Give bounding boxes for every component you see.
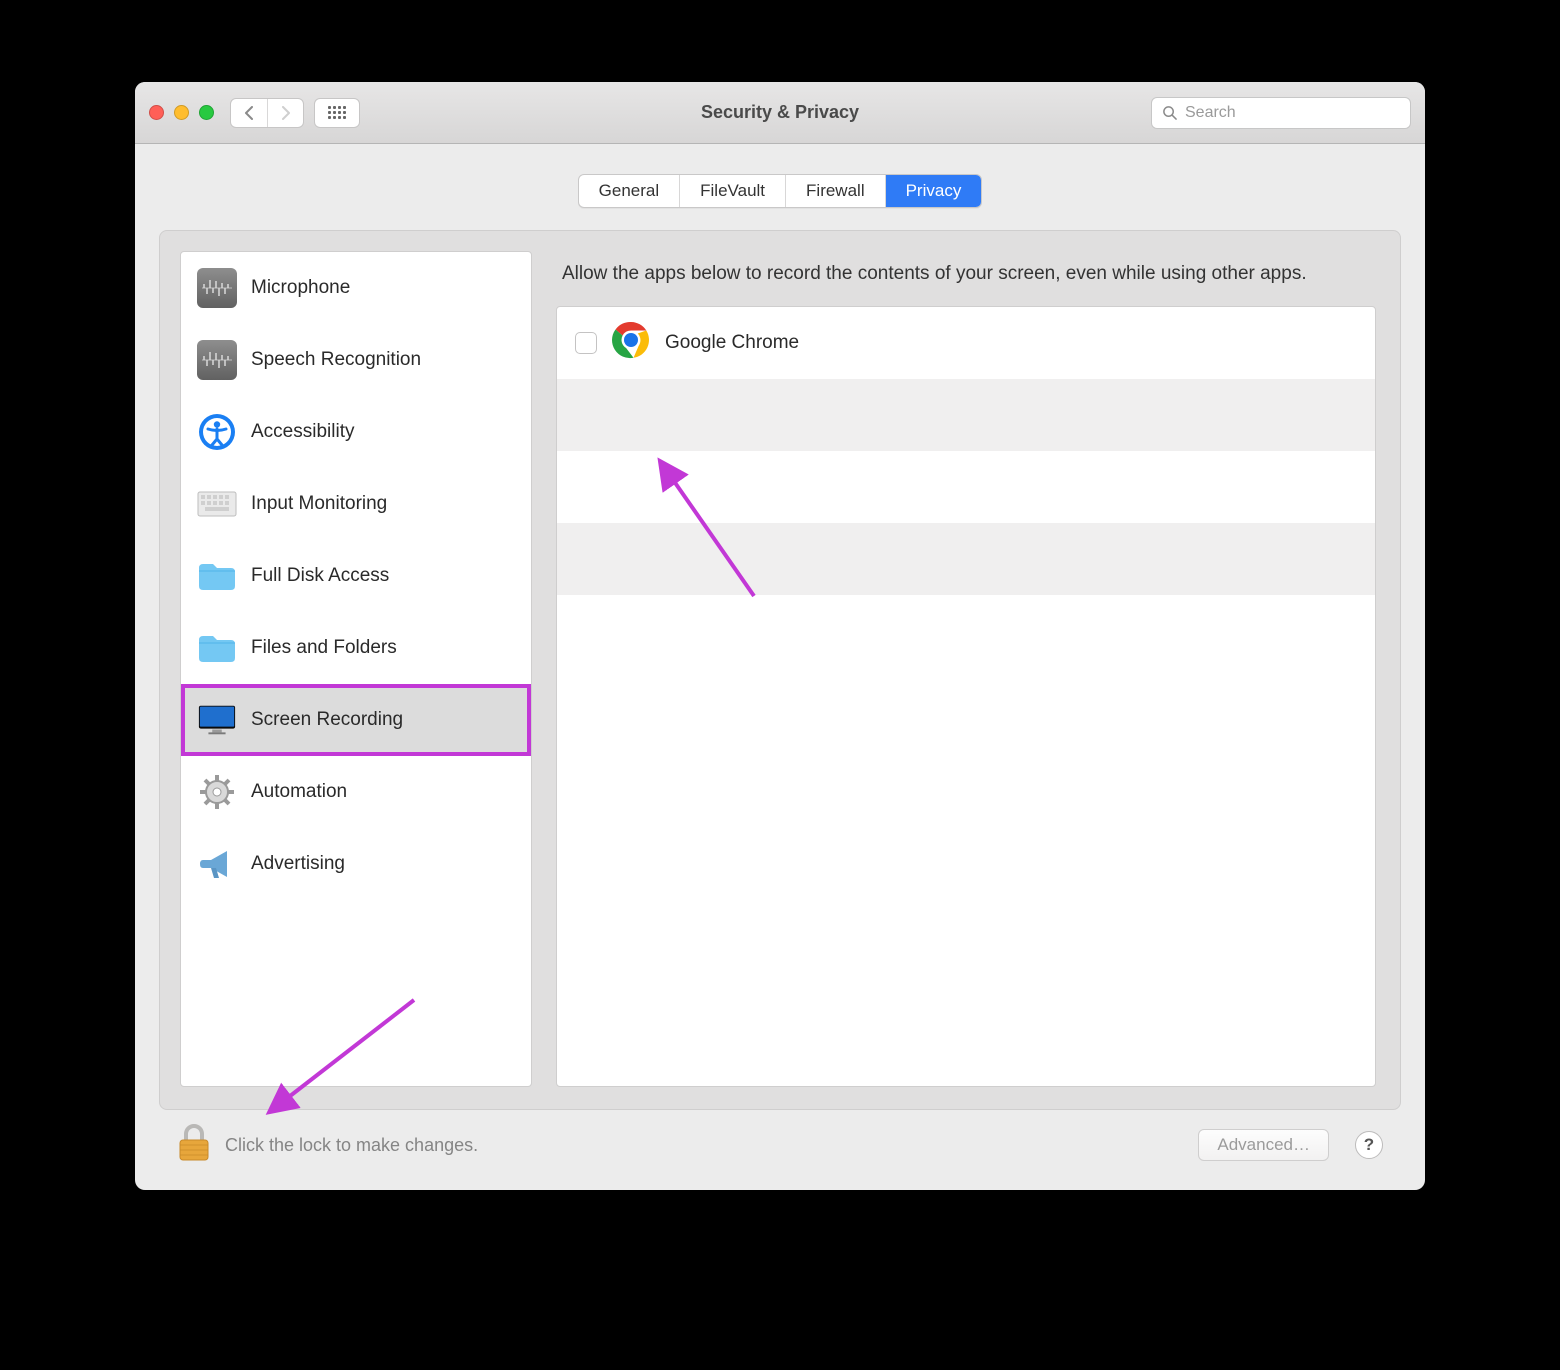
sidebar-item-speech-recognition[interactable]: Speech Recognition	[181, 324, 531, 396]
window-controls	[149, 105, 214, 120]
sidebar-item-label: Files and Folders	[251, 637, 397, 659]
sidebar-item-label: Accessibility	[251, 421, 354, 443]
app-row-google-chrome[interactable]: Google Chrome	[557, 307, 1375, 379]
tab-bar: General FileVault Firewall Privacy	[578, 174, 983, 208]
sidebar-item-label: Automation	[251, 781, 347, 803]
sidebar-item-label: Microphone	[251, 277, 350, 299]
sidebar-item-automation[interactable]: Automation	[181, 756, 531, 828]
sidebar-item-files-and-folders[interactable]: Files and Folders	[181, 612, 531, 684]
tab-filevault[interactable]: FileVault	[679, 175, 785, 207]
sidebar-item-microphone[interactable]: Microphone	[181, 252, 531, 324]
search-icon	[1162, 105, 1177, 120]
sidebar-item-label: Input Monitoring	[251, 493, 387, 515]
app-row-empty	[557, 523, 1375, 595]
tab-firewall[interactable]: Firewall	[785, 175, 885, 207]
sidebar-item-accessibility[interactable]: Accessibility	[181, 396, 531, 468]
speech-icon	[197, 340, 237, 380]
forward-button[interactable]	[267, 99, 303, 127]
sidebar-item-label: Speech Recognition	[251, 349, 421, 371]
gear-icon	[197, 772, 237, 812]
sidebar-item-advertising[interactable]: Advertising	[181, 828, 531, 900]
help-button[interactable]: ?	[1355, 1131, 1383, 1159]
tab-general[interactable]: General	[579, 175, 679, 207]
back-button[interactable]	[231, 99, 267, 127]
privacy-panel: Microphone Speech Recognition Accessibil…	[159, 230, 1401, 1110]
privacy-detail-pane: Allow the apps below to record the conte…	[552, 251, 1380, 1087]
search-input[interactable]	[1185, 104, 1400, 122]
nav-buttons	[230, 98, 304, 128]
titlebar: Security & Privacy	[135, 82, 1425, 144]
display-icon	[197, 700, 237, 740]
app-permission-list: Google Chrome	[556, 306, 1376, 1087]
sidebar-item-full-disk-access[interactable]: Full Disk Access	[181, 540, 531, 612]
preferences-window: Security & Privacy General FileVault Fir…	[135, 82, 1425, 1190]
minimize-window-button[interactable]	[174, 105, 189, 120]
search-field[interactable]	[1151, 97, 1411, 129]
lock-icon	[177, 1123, 211, 1163]
tab-privacy[interactable]: Privacy	[885, 175, 982, 207]
folder-icon	[197, 556, 237, 596]
window-body: General FileVault Firewall Privacy Micro…	[135, 144, 1425, 1190]
description-text: Allow the apps below to record the conte…	[562, 261, 1370, 288]
app-row-empty	[557, 379, 1375, 451]
microphone-icon	[197, 268, 237, 308]
lock-button[interactable]	[177, 1123, 211, 1168]
sidebar-item-label: Full Disk Access	[251, 565, 389, 587]
grid-icon	[328, 106, 346, 119]
privacy-category-list[interactable]: Microphone Speech Recognition Accessibil…	[180, 251, 532, 1087]
permission-checkbox[interactable]	[575, 332, 597, 354]
keyboard-icon	[197, 484, 237, 524]
sidebar-item-label: Advertising	[251, 853, 345, 875]
close-window-button[interactable]	[149, 105, 164, 120]
accessibility-icon	[197, 412, 237, 452]
advanced-button[interactable]: Advanced…	[1198, 1129, 1329, 1161]
sidebar-item-screen-recording[interactable]: Screen Recording	[181, 684, 531, 756]
lock-hint-text: Click the lock to make changes.	[225, 1135, 478, 1156]
folder-icon	[197, 628, 237, 668]
megaphone-icon	[197, 844, 237, 884]
app-name-label: Google Chrome	[665, 332, 799, 354]
zoom-window-button[interactable]	[199, 105, 214, 120]
app-row-empty	[557, 451, 1375, 523]
sidebar-item-label: Screen Recording	[251, 709, 403, 731]
show-all-button[interactable]	[314, 98, 360, 128]
chrome-icon	[611, 320, 651, 366]
footer: Click the lock to make changes. Advanced…	[159, 1110, 1401, 1180]
sidebar-item-input-monitoring[interactable]: Input Monitoring	[181, 468, 531, 540]
